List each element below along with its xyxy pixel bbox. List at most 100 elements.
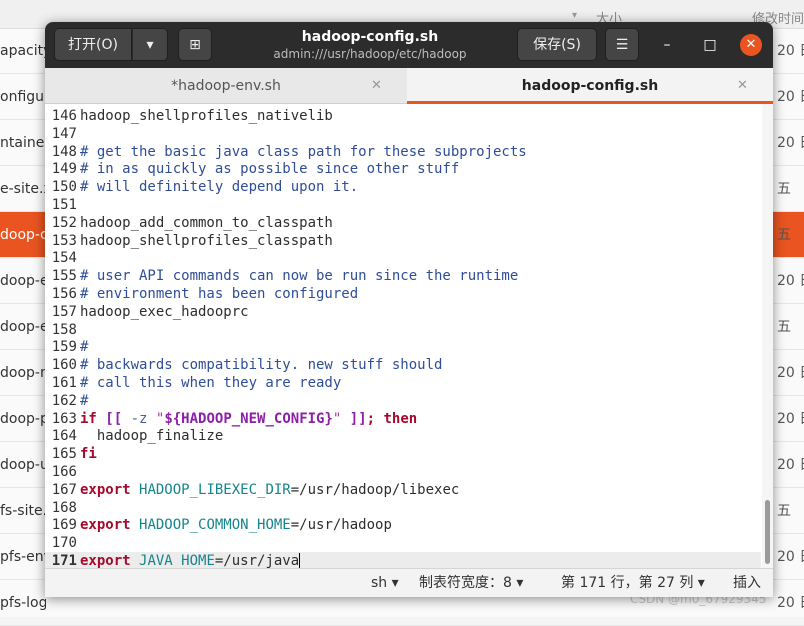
code-line[interactable]: 166 <box>45 463 761 481</box>
code-line[interactable]: 153 hadoop_shellprofiles_classpath <box>45 232 761 250</box>
code-line[interactable]: 160 # backwards compatibility. new stuff … <box>45 356 761 374</box>
line-number: 167 <box>51 481 77 498</box>
file-name: pfs-log4j.properties <box>0 595 46 611</box>
header-bar: 打开(O) ▾ ⊞ hadoop-config.sh admin:///usr/… <box>45 22 773 68</box>
file-modified: 20 日 <box>777 595 804 611</box>
close-icon: ✕ <box>745 37 757 52</box>
tab-width-selector[interactable]: 制表符宽度：8 ▾ <box>419 569 523 597</box>
line-number: 165 <box>51 446 77 463</box>
line-number: 149 <box>51 161 77 178</box>
code-token: hadoop_exec_hadooprc <box>80 303 249 320</box>
code-line[interactable]: 165 fi <box>45 445 761 463</box>
code-line[interactable]: 151 <box>45 196 761 214</box>
insert-mode-indicator: 插入 <box>733 575 761 591</box>
line-number: 163 <box>51 410 77 427</box>
chevron-down-icon: ▾ <box>146 37 154 53</box>
file-name: doop-c <box>0 227 46 243</box>
text-cursor <box>299 553 301 568</box>
line-number: 164 <box>51 428 77 445</box>
window-subtitle: admin:///usr/hadoop/etc/hadoop <box>273 47 467 61</box>
minimize-icon: – <box>663 37 671 53</box>
tab-close-icon[interactable]: ✕ <box>371 68 382 104</box>
file-name: doop-e <box>0 273 46 289</box>
code-line[interactable]: 154 <box>45 249 761 267</box>
menu-button[interactable]: ☰ <box>605 28 639 61</box>
file-name: fs-site. <box>0 503 46 519</box>
code-line[interactable]: 150 # will definitely depend upon it. <box>45 178 761 196</box>
code-line[interactable]: 164 hadoop_finalize <box>45 427 761 445</box>
maximize-button[interactable]: □ <box>700 35 720 55</box>
code-line[interactable]: 156 # environment has been configured <box>45 285 761 303</box>
code-editor[interactable]: 146 hadoop_shellprofiles_nativelib 147 148 #… <box>45 104 773 568</box>
line-number: 158 <box>51 321 77 338</box>
tab-hadoop-env[interactable]: *hadoop-env.sh ✕ <box>45 68 407 104</box>
line-number: 155 <box>51 268 77 285</box>
code-token: [[ <box>105 410 123 427</box>
line-number: 150 <box>51 179 77 196</box>
code-token: # in as quickly as possible since other … <box>80 161 460 178</box>
language-selector[interactable]: sh ▾ <box>371 569 399 597</box>
code-token: =/usr/java <box>214 553 300 568</box>
cursor-position-selector[interactable]: 第 171 行，第 27 列 ▾ <box>561 569 705 597</box>
code-token: export <box>80 517 131 534</box>
code-token: =/usr/hadoop/libexec <box>290 481 460 498</box>
file-name: doop-p <box>0 411 46 427</box>
open-menu-button[interactable]: ▾ <box>132 28 168 61</box>
file-name: doop-u <box>0 457 46 473</box>
code-line[interactable]: 149 # in as quickly as possible since oth… <box>45 160 761 178</box>
code-line[interactable]: 147 <box>45 125 761 143</box>
tab-close-icon[interactable]: ✕ <box>737 68 748 104</box>
code-token: ]] <box>349 410 367 427</box>
file-modified: 五 <box>777 503 791 519</box>
code-line[interactable]: 161 # call this when they are ready <box>45 374 761 392</box>
file-modified: 20 日 <box>777 365 804 381</box>
close-button[interactable]: ✕ <box>740 34 762 56</box>
code-token: if <box>80 410 97 427</box>
code-token: # backwards compatibility. new stuff sho… <box>80 357 443 374</box>
code-line[interactable]: 159 # <box>45 338 761 356</box>
save-button[interactable]: 保存(S) <box>517 28 597 61</box>
window-title: hadoop-config.sh <box>301 29 439 45</box>
code-token: # <box>80 392 89 409</box>
line-number: 146 <box>51 108 77 124</box>
line-number: 157 <box>51 303 77 320</box>
code-line[interactable]: 168 <box>45 499 761 517</box>
code-token: JAVA_HOME <box>139 553 215 568</box>
tab-hadoop-config[interactable]: hadoop-config.sh ✕ <box>407 68 773 104</box>
line-number: 147 <box>51 125 77 142</box>
vertical-scrollbar[interactable] <box>762 104 773 568</box>
code-line[interactable]: 146 hadoop_shellprofiles_nativelib <box>45 107 761 125</box>
tab-bar: *hadoop-env.sh ✕ hadoop-config.sh ✕ <box>45 68 773 104</box>
code-line[interactable]: 158 <box>45 321 761 339</box>
code-token: =/usr/hadoop <box>290 517 392 534</box>
code-line[interactable]: 171 export JAVA_HOME=/usr/java <box>45 552 761 568</box>
window-title-area: hadoop-config.sh admin:///usr/hadoop/etc… <box>235 28 505 62</box>
line-number: 169 <box>51 517 77 534</box>
line-number: 152 <box>51 214 77 231</box>
hamburger-icon: ☰ <box>615 37 629 53</box>
code-line[interactable]: 169 export HADOOP_COMMON_HOME=/usr/hadoop <box>45 516 761 534</box>
code-line[interactable]: 148 # get the basic java class path for t… <box>45 143 761 161</box>
open-button[interactable]: 打开(O) <box>54 28 132 61</box>
code-line[interactable]: 162 # <box>45 392 761 410</box>
file-name: ntainer- <box>0 135 46 151</box>
code-line[interactable]: 155 # user API commands can now be run si… <box>45 267 761 285</box>
sort-icon[interactable]: ▾ <box>572 10 577 21</box>
code-line[interactable]: 163 if [[ -z "${HADOOP_NEW_CONFIG}" ]]; t… <box>45 410 761 428</box>
line-number: 156 <box>51 286 77 302</box>
code-line[interactable]: 152 hadoop_add_common_to_classpath <box>45 214 761 232</box>
code-token: ${HADOOP_NEW_CONFIG} <box>164 410 333 427</box>
file-name: doop-e <box>0 319 46 335</box>
code-line[interactable]: 157 hadoop_exec_hadooprc <box>45 303 761 321</box>
minimize-button[interactable]: – <box>657 35 677 55</box>
code-token: # <box>80 339 89 356</box>
new-tab-button[interactable]: ⊞ <box>178 28 212 61</box>
scrollbar-thumb[interactable] <box>765 500 770 564</box>
code-line[interactable]: 170 <box>45 534 761 552</box>
line-number: 154 <box>51 250 77 267</box>
code-line[interactable]: 167 export HADOOP_LIBEXEC_DIR=/usr/hadoop… <box>45 481 761 499</box>
code-token: hadoop_shellprofiles_classpath <box>80 232 333 249</box>
chevron-down-icon: ▾ <box>697 575 705 591</box>
